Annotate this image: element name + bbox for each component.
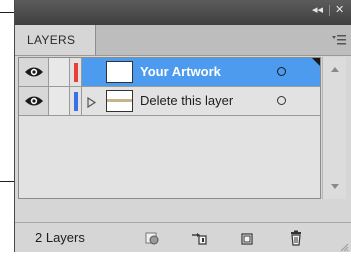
tab-layers[interactable]: LAYERS — [15, 25, 96, 55]
close-panel-icon[interactable]: ✕ — [335, 3, 344, 17]
titlebar-divider — [329, 5, 330, 16]
scroll-up-arrow-icon[interactable] — [331, 67, 339, 72]
panel-footer: 2 Layers — [15, 222, 351, 252]
layer-count: 2 Layers — [35, 230, 85, 245]
scroll-down-arrow-icon[interactable] — [331, 184, 339, 189]
layer-row[interactable]: Your Artwork — [19, 58, 320, 87]
panel-menu-icon[interactable] — [332, 33, 346, 45]
create-sublayer-icon[interactable] — [190, 229, 208, 247]
background-line — [0, 12, 14, 13]
target-circle-icon[interactable] — [277, 96, 286, 105]
target-circle-icon[interactable] — [277, 67, 286, 76]
scrollbar[interactable] — [322, 57, 346, 199]
layers-list: Your Artwork Delete this layer — [18, 57, 321, 199]
layer-color-indicator — [74, 63, 78, 82]
delete-layer-icon[interactable] — [287, 229, 305, 247]
layers-panel: ◂◂ ✕ LAYERS Your Artwork Delete this lay… — [14, 0, 351, 252]
selected-art-indicator — [312, 58, 320, 66]
layer-row[interactable]: Delete this layer — [19, 87, 320, 116]
panel-titlebar[interactable]: ◂◂ ✕ — [15, 0, 351, 25]
background-line — [0, 181, 14, 182]
create-new-layer-icon[interactable] — [238, 229, 256, 247]
visibility-toggle[interactable] — [19, 87, 49, 115]
layer-thumbnail — [106, 90, 133, 112]
layer-name[interactable]: Delete this layer — [140, 87, 233, 115]
make-clipping-mask-icon[interactable] — [143, 229, 161, 247]
expand-triangle-icon[interactable] — [87, 95, 97, 109]
collapse-panel-icon[interactable]: ◂◂ — [312, 3, 323, 17]
visibility-toggle[interactable] — [19, 58, 49, 86]
layer-color-indicator — [74, 92, 78, 111]
layer-thumbnail — [106, 61, 133, 83]
panel-tab-row: LAYERS — [15, 25, 351, 56]
eye-icon — [25, 67, 43, 77]
lock-toggle[interactable] — [49, 87, 70, 115]
resize-grip-icon[interactable] — [339, 239, 349, 252]
layer-name[interactable]: Your Artwork — [140, 58, 221, 86]
eye-icon — [25, 96, 43, 106]
lock-toggle[interactable] — [49, 58, 70, 86]
